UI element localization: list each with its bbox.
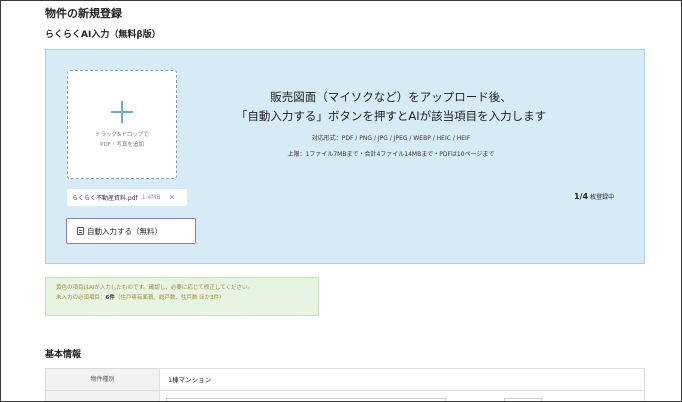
upload-count-suffix: 枚登録中 <box>590 194 615 201</box>
dropzone-hint-line2: PDF・写真を追加 <box>100 142 144 148</box>
ai-headline-line1: 販売図面（マイソクなど）をアップロード後、 <box>270 90 512 104</box>
document-icon <box>77 227 84 235</box>
upload-count: 1/4 枚登録中 <box>574 192 614 201</box>
ai-input-panel: ドラッグ&ドロップで PDF・写真を追加 販売図面（マイソクなど）をアップロード… <box>45 49 645 264</box>
remove-file-close-icon[interactable]: ✕ <box>168 193 175 202</box>
basic-info-table: 物件種別 1棟マンション <box>45 368 645 401</box>
property-type-label: 物件種別 <box>46 369 160 390</box>
plus-icon <box>111 101 133 123</box>
small-input[interactable] <box>504 398 542 401</box>
page-title: 物件の新規登録 <box>45 7 122 20</box>
file-dropzone[interactable]: ドラッグ&ドロップで PDF・写真を追加 <box>67 70 177 179</box>
text-input[interactable] <box>166 398 446 401</box>
file-name: らくらく不動産資料.pdf <box>72 195 138 202</box>
property-type-value: 1棟マンション <box>168 376 212 384</box>
notice-line1: 黄色の項目はAIが入力したものです。確認し、必要に応じて修正してください。 <box>56 285 254 291</box>
uploaded-file-chip: らくらく不動産資料.pdf 1.4MB ✕ <box>67 189 187 206</box>
auto-fill-button-label: 自動入力する（無料） <box>87 226 162 236</box>
notice-required-count: 6件 <box>105 295 115 301</box>
supported-formats: 対応形式：PDF / PNG / JPG / JPEG / WEBP / HEI… <box>311 135 471 142</box>
ai-headline-line2: 「自動入力する」ボタンを押すとAIが該当項目を入力します <box>235 109 547 123</box>
auto-fill-button[interactable]: 自動入力する（無料） <box>66 218 196 244</box>
dropzone-hint-line1: ドラッグ&ドロップで <box>95 132 149 138</box>
notice-required-prefix: 未入力の必須項目： <box>56 295 106 301</box>
notice-required-detail: （住戸専有面積、総戸数、住戸数 ほか3件） <box>114 295 225 301</box>
ai-section-title: らくらくAI入力（無料β版） <box>45 30 161 40</box>
table-row <box>46 391 644 401</box>
notice-line2: 未入力の必須項目：6件（住戸専有面積、総戸数、住戸数 ほか3件） <box>56 293 308 303</box>
table-row: 物件種別 1棟マンション <box>46 369 644 391</box>
ai-notice-box: 黄色の項目はAIが入力したものです。確認し、必要に応じて修正してください。 未入… <box>45 277 319 316</box>
row-label <box>46 391 160 401</box>
page-frame: 物件の新規登録 らくらくAI入力（無料β版） ドラッグ&ドロップで PDF・写真… <box>0 0 682 402</box>
upload-count-value: 1/4 <box>574 192 589 201</box>
upload-limits: 上限：1ファイル7MBまで・合計4ファイル14MBまで・PDFは10ページまで <box>287 151 495 158</box>
basic-info-title: 基本情報 <box>45 350 82 360</box>
file-size: 1.4MB <box>141 194 161 201</box>
